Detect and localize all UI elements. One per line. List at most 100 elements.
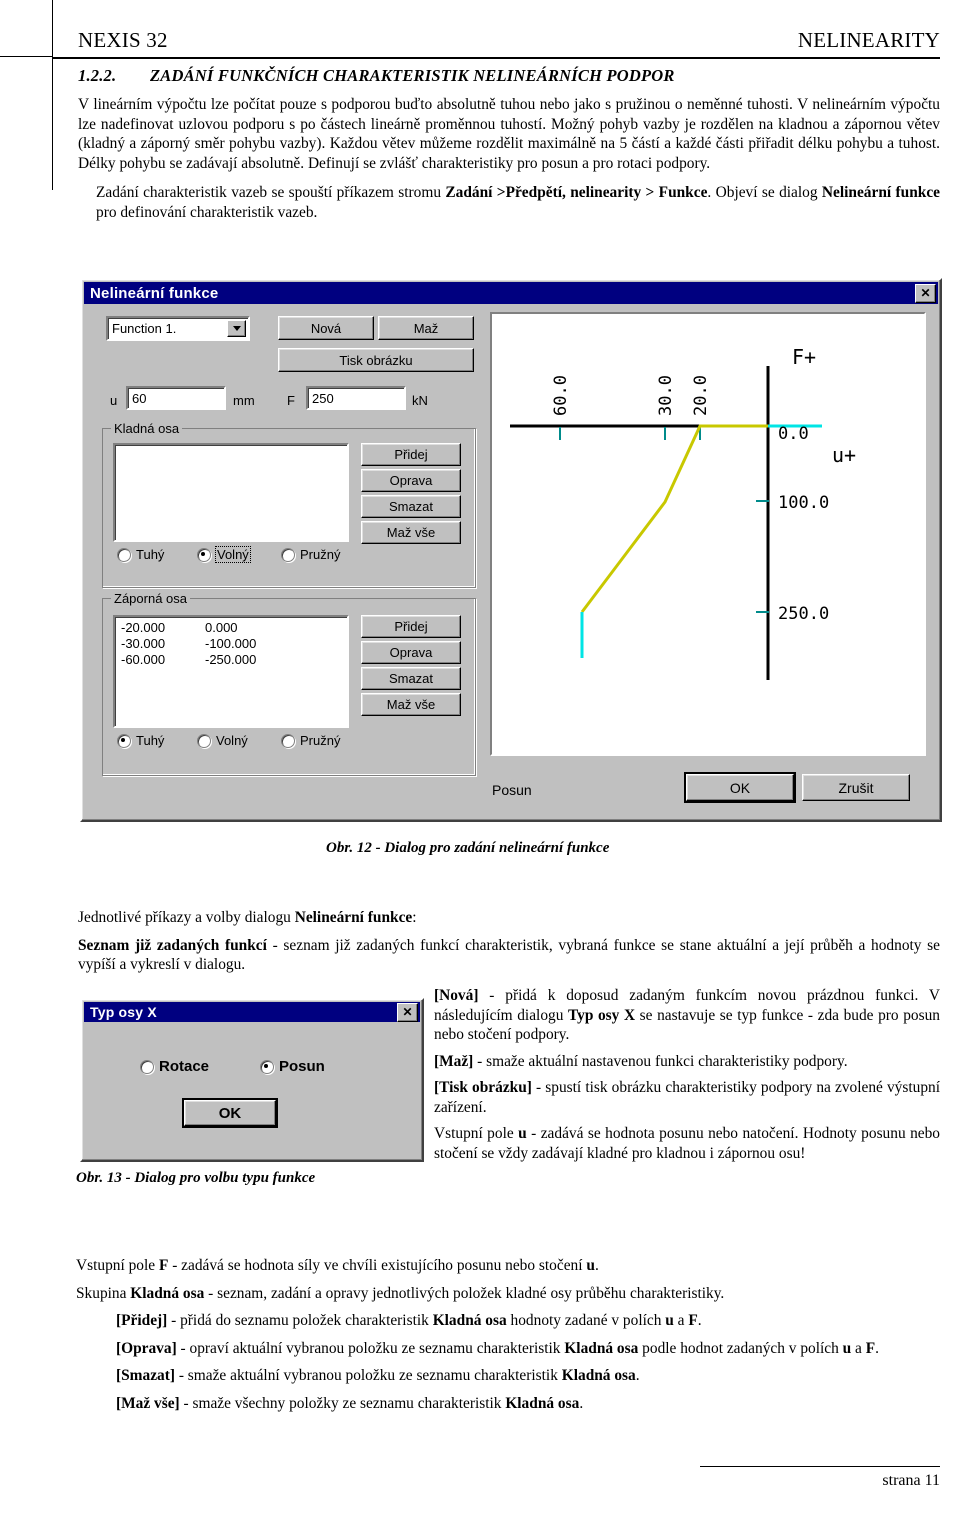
right-maz-text: - smaže aktuální nastavenou funkci chara… bbox=[473, 1052, 848, 1070]
list-item-u: -20.000 bbox=[121, 620, 166, 635]
bottom-t3-b: hodnoty zadané v polích bbox=[506, 1312, 666, 1330]
zaporna-osa-listbox[interactable]: -20.000 0.000 -30.000 -100.000 -60.000 -250.0… bbox=[113, 615, 349, 728]
zaporna-radio-pruzny[interactable]: Pružný bbox=[281, 733, 340, 748]
chart-curve bbox=[580, 424, 768, 613]
typ-ok-button[interactable]: OK bbox=[184, 1100, 276, 1126]
list-item[interactable]: -60.000 -250.000 bbox=[115, 652, 347, 668]
kladna-radio-pruzny-label: Pružný bbox=[300, 547, 341, 562]
chart-x-label-20: 20.0 bbox=[691, 375, 711, 416]
para2-dialog-bold: Nelineární funkce bbox=[821, 184, 941, 202]
bottom-pole-F: Vstupní pole F - zadává se hodnota síly … bbox=[76, 1256, 940, 1276]
radio-indicator bbox=[281, 547, 295, 562]
delete-function-button[interactable]: Maž bbox=[378, 316, 474, 340]
right-nova: [Nová] - přidá k doposud zadaným funkcím… bbox=[434, 986, 940, 1045]
bottom-skupina: Skupina Kladná osa - seznam, zadání a op… bbox=[76, 1284, 940, 1304]
right-pole-u-key: u bbox=[518, 1125, 527, 1143]
bottom-t4-key4: F bbox=[865, 1339, 876, 1357]
bottom-text-block: Vstupní pole F - zadává se hodnota síly … bbox=[76, 1256, 940, 1413]
kladna-radio-tuhy[interactable]: Tuhý bbox=[117, 547, 164, 562]
mid-line1-bold: Nelineární funkce bbox=[294, 909, 413, 926]
bottom-t5-a: - smaže aktuální vybranou položku ze sez… bbox=[174, 1367, 562, 1385]
zaporna-radio-tuhy-label: Tuhý bbox=[136, 733, 165, 748]
bottom-t1-c: . bbox=[594, 1257, 599, 1274]
list-item[interactable]: -20.000 0.000 bbox=[115, 620, 347, 636]
kladna-radio-pruzny[interactable]: Pružný bbox=[281, 547, 340, 562]
zaporna-radio-tuhy[interactable]: Tuhý bbox=[117, 733, 164, 748]
bottom-t6-b: . bbox=[579, 1394, 584, 1412]
zaporna-pridej-button[interactable]: Přidej bbox=[361, 615, 461, 638]
section-heading: 1.2.2. ZADÁNÍ FUNKČNÍCH CHARAKTERISTIK NE… bbox=[78, 66, 940, 86]
figure-caption-13: Obr. 13 - Dialog pro volbu typu funkce bbox=[76, 1170, 316, 1186]
dialog-nelinearni-funkce[interactable]: Nelineární funkce ✕ Function 1. Nová Maž… bbox=[80, 278, 942, 822]
F-unit-label: kN bbox=[412, 393, 428, 408]
bottom-pridej: [Přidej] - přidá do seznamu položek char… bbox=[76, 1311, 940, 1331]
list-item-u: -30.000 bbox=[121, 636, 166, 651]
bottom-t4-d: . bbox=[875, 1339, 879, 1357]
kladna-mazvse-button[interactable]: Maž vše bbox=[361, 521, 461, 544]
cancel-button[interactable]: Zrušit bbox=[802, 774, 910, 801]
typ-radio-posun[interactable]: Posun bbox=[260, 1058, 325, 1075]
close-icon[interactable]: ✕ bbox=[397, 1002, 418, 1022]
dialog-typ-osy-x[interactable]: Typ osy X ✕ Rotace Posun OK bbox=[80, 998, 424, 1162]
list-item[interactable]: -30.000 -100.000 bbox=[115, 636, 347, 652]
bottom-t1-key: F bbox=[158, 1257, 169, 1274]
para2-seg1: Zadání charakteristik vazeb se spouští p… bbox=[96, 184, 446, 202]
radio-indicator bbox=[260, 1059, 274, 1074]
bottom-t4-c: a bbox=[851, 1339, 866, 1357]
zaporna-mazvse-button[interactable]: Maž vše bbox=[361, 693, 461, 716]
F-label: F bbox=[287, 393, 295, 408]
new-function-button[interactable]: Nová bbox=[278, 316, 374, 340]
kladna-pridej-button[interactable]: Přidej bbox=[361, 443, 461, 466]
paragraph-command: Zadání charakteristik vazeb se spouští p… bbox=[78, 183, 940, 222]
kladna-osa-listbox[interactable] bbox=[113, 443, 349, 542]
chart-y-label-250: 250.0 bbox=[778, 604, 829, 624]
right-pole-u-t1: Vstupní pole bbox=[434, 1125, 519, 1143]
bottom-t1-b: - zadává se hodnota síly ve chvíli exist… bbox=[168, 1257, 587, 1274]
typ-dialog-titlebar: Typ osy X ✕ bbox=[84, 1002, 420, 1022]
page-number: strana 11 bbox=[882, 1472, 940, 1489]
typ-radio-rotace[interactable]: Rotace bbox=[140, 1058, 209, 1075]
header-rule bbox=[52, 57, 940, 59]
kladna-oprava-button[interactable]: Oprava bbox=[361, 469, 461, 492]
kladna-smazat-button[interactable]: Smazat bbox=[361, 495, 461, 518]
zaporna-radio-volny[interactable]: Volný bbox=[197, 733, 248, 748]
radio-indicator bbox=[197, 733, 211, 748]
bottom-smazat: [Smazat] - smaže aktuální vybranou polož… bbox=[76, 1366, 940, 1386]
radio-indicator bbox=[281, 733, 295, 748]
bottom-t4-key: [Oprava] bbox=[116, 1339, 177, 1357]
u-input[interactable]: 60 bbox=[126, 386, 226, 410]
ok-button[interactable]: OK bbox=[686, 774, 794, 801]
characteristic-chart: 60.0 30.0 20.0 0.0 100.0 250.0 F+ u+ bbox=[490, 312, 926, 756]
chart-y-axis-title: F+ bbox=[792, 345, 816, 369]
list-item-f: 0.000 bbox=[205, 620, 238, 635]
bottom-t6-key2: Kladná osa bbox=[505, 1394, 580, 1412]
bottom-t3-key4: F bbox=[688, 1312, 698, 1330]
radio-indicator bbox=[140, 1059, 154, 1074]
paragraph-intro: V lineárním výpočtu lze počítat pouze s … bbox=[78, 96, 940, 172]
para2-command-bold: Zadání >Předpětí, nelinearity > Funkce bbox=[445, 184, 708, 202]
close-icon[interactable]: ✕ bbox=[915, 283, 936, 303]
bottom-t5-key2: Kladná osa bbox=[561, 1367, 636, 1385]
dialog-titlebar: Nelineární funkce ✕ bbox=[84, 282, 938, 304]
document-page: NEXIS 32 NELINEARITY 1.2.2. ZADÁNÍ FUNKČN… bbox=[0, 0, 960, 1528]
print-image-button[interactable]: Tisk obrázku bbox=[278, 348, 474, 372]
zaporna-radio-volny-label: Volný bbox=[216, 733, 248, 748]
F-input[interactable]: 250 bbox=[306, 386, 406, 410]
section-number: 1.2.2. bbox=[78, 66, 117, 85]
group-kladna-osa-label: Kladná osa bbox=[111, 421, 183, 436]
chart-x-label-30: 30.0 bbox=[656, 375, 676, 416]
chevron-down-icon[interactable] bbox=[227, 320, 246, 337]
bottom-t4-a: - opraví aktuální vybranou položku ze se… bbox=[176, 1339, 565, 1357]
zaporna-oprava-button[interactable]: Oprava bbox=[361, 641, 461, 664]
bottom-t3-a: - přidá do seznamu položek charakteristi… bbox=[167, 1312, 433, 1330]
bottom-t2-a: Skupina bbox=[76, 1284, 131, 1302]
bottom-t4-b: podle hodnot zadaných v polích bbox=[638, 1339, 843, 1357]
kladna-radio-volny[interactable]: Volný bbox=[197, 546, 251, 563]
bottom-t2-key: Kladná osa bbox=[130, 1284, 205, 1302]
para2-seg3: pro definování charakteristik vazeb. bbox=[96, 203, 318, 221]
zaporna-smazat-button[interactable]: Smazat bbox=[361, 667, 461, 690]
chart-y-label-100: 100.0 bbox=[778, 493, 829, 513]
bottom-t1-key2: u bbox=[586, 1257, 595, 1274]
function-select[interactable]: Function 1. bbox=[106, 316, 250, 341]
section-title: ZADÁNÍ FUNKČNÍCH CHARAKTERISTIK NELINEÁR… bbox=[150, 66, 675, 85]
